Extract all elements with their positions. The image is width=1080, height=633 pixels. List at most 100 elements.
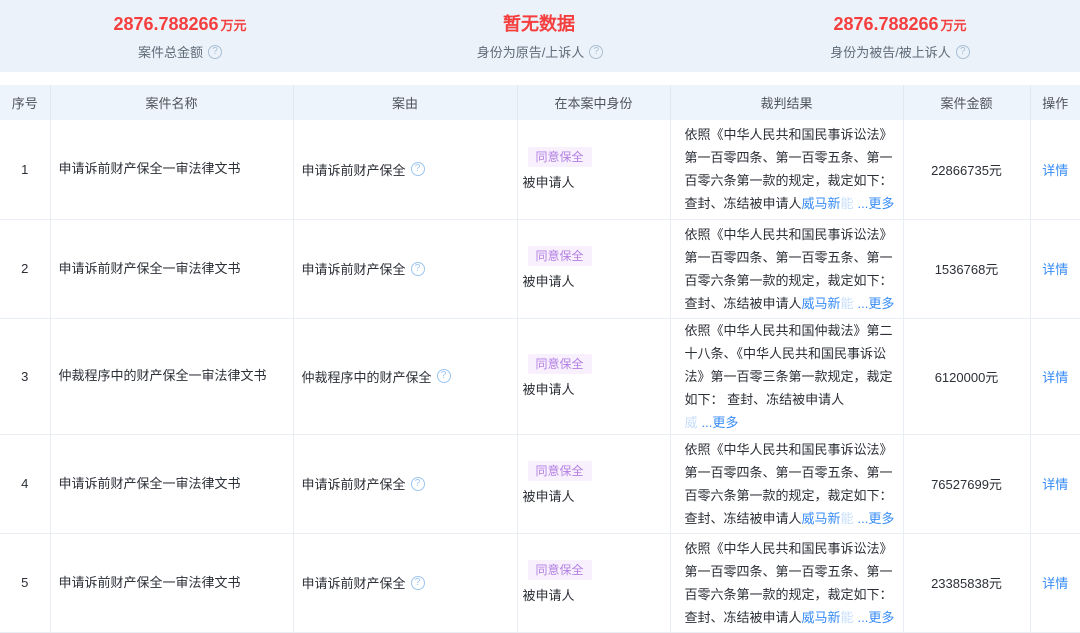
preservation-approved-tag: 同意保全 xyxy=(527,560,592,580)
col-header-identity: 在本案中身份 xyxy=(517,85,671,120)
identity-label: 被申请人 xyxy=(522,174,575,190)
row-index: 2 xyxy=(0,219,51,319)
stat-block: 2876.788266 万元 案件总金额? xyxy=(0,11,360,61)
stat-number: 2876.788266 xyxy=(113,14,219,34)
case-name: 申请诉前财产保全一审法律文书 xyxy=(50,120,294,220)
action-cell: 详情 xyxy=(1030,219,1080,319)
stat-number: 暂无数据 xyxy=(503,14,575,34)
entity-link-fade[interactable]: 能 xyxy=(841,196,854,211)
entity-link[interactable]: 威马新能 xyxy=(802,610,854,625)
entity-link[interactable]: 威 xyxy=(685,415,698,430)
identity-cell: 同意保全 被申请人 xyxy=(517,434,671,534)
row-index: 4 xyxy=(0,434,51,534)
more-link[interactable]: ...更多 xyxy=(858,196,895,211)
case-cause-cell: 申请诉前财产保全? xyxy=(293,120,518,220)
case-name: 申请诉前财产保全一审法律文书 xyxy=(50,434,294,534)
judgment-result-cell: 依照《中华人民共和国民事诉讼法》第一百零四条、第一百零五条、第一百零六条第一款的… xyxy=(670,434,904,534)
stat-number: 2876.788266 xyxy=(833,14,939,34)
entity-link-fade[interactable]: 能 xyxy=(841,296,854,311)
case-amount: 23385838元 xyxy=(903,533,1031,633)
stat-label-text: 身份为被告/被上诉人 xyxy=(830,45,951,60)
judgment-result-cell: 依照《中华人民共和国民事诉讼法》第一百零四条、第一百零五条、第一百零六条第一款的… xyxy=(670,533,904,633)
action-cell: 详情 xyxy=(1030,120,1080,220)
help-icon[interactable]: ? xyxy=(208,44,222,59)
table-row: 5 申请诉前财产保全一审法律文书 申请诉前财产保全? 同意保全 被申请人 依照《… xyxy=(0,533,1080,633)
case-cause: 申请诉前财产保全 xyxy=(301,477,406,492)
col-header-result: 裁判结果 xyxy=(670,85,904,120)
case-amount: 76527699元 xyxy=(903,434,1031,534)
case-cause-cell: 申请诉前财产保全? xyxy=(293,434,518,534)
entity-link-fade[interactable]: 威 xyxy=(685,415,698,430)
preservation-approved-tag: 同意保全 xyxy=(527,353,592,374)
preservation-approved-tag: 同意保全 xyxy=(527,246,592,266)
stat-unit: 万元 xyxy=(220,18,247,33)
case-cause-cell: 申请诉前财产保全? xyxy=(293,533,518,633)
help-icon[interactable]: ? xyxy=(436,369,451,383)
case-name: 申请诉前财产保全一审法律文书 xyxy=(50,533,294,633)
judgment-result-cell: 依照《中华人民共和国民事诉讼法》第一百零四条、第一百零五条、第一百零六条第一款的… xyxy=(670,120,904,220)
stat-label: 身份为原告/上诉人? xyxy=(360,42,720,61)
stat-value: 暂无数据 xyxy=(360,11,720,39)
entity-link-fade[interactable]: 能 xyxy=(841,610,854,625)
entity-link-text[interactable]: 威马新 xyxy=(802,610,841,625)
more-link[interactable]: ...更多 xyxy=(702,415,739,430)
help-icon[interactable]: ? xyxy=(410,575,425,590)
detail-link[interactable]: 详情 xyxy=(1042,477,1068,492)
entity-link-fade[interactable]: 能 xyxy=(841,511,854,526)
identity-label: 被申请人 xyxy=(522,588,575,603)
col-header-amount: 案件金额 xyxy=(903,85,1031,120)
stat-block: 2876.788266 万元 身份为被告/被上诉人? xyxy=(720,11,1080,61)
entity-link-text[interactable]: 威马新 xyxy=(802,296,841,311)
cases-table-wrap: 序号 案件名称 案由 在本案中身份 裁判结果 案件金额 操作 1 申请诉前财产保… xyxy=(0,85,1080,633)
entity-link-text[interactable]: 威马新 xyxy=(802,511,841,526)
stat-value: 2876.788266 万元 xyxy=(0,11,360,39)
row-index: 5 xyxy=(0,533,51,633)
entity-link-text[interactable]: 威马新 xyxy=(802,196,841,211)
col-header-cause: 案由 xyxy=(293,85,518,120)
help-icon[interactable]: ? xyxy=(410,162,425,177)
cases-table: 序号 案件名称 案由 在本案中身份 裁判结果 案件金额 操作 1 申请诉前财产保… xyxy=(0,85,1080,633)
stat-label: 案件总金额? xyxy=(0,42,360,61)
help-icon[interactable]: ? xyxy=(589,44,604,59)
help-icon[interactable]: ? xyxy=(410,476,425,491)
stat-block: 暂无数据 身份为原告/上诉人? xyxy=(360,11,720,61)
entity-link[interactable]: 威马新能 xyxy=(802,196,854,211)
row-index: 1 xyxy=(0,120,51,220)
stat-label: 身份为被告/被上诉人? xyxy=(720,42,1080,61)
col-header-action: 操作 xyxy=(1030,85,1080,120)
stat-label-text: 案件总金额 xyxy=(137,45,203,60)
case-cause-cell: 申请诉前财产保全? xyxy=(293,219,518,319)
case-cause: 申请诉前财产保全 xyxy=(301,162,406,178)
entity-link[interactable]: 威马新能 xyxy=(802,296,854,311)
detail-link[interactable]: 详情 xyxy=(1042,163,1068,178)
help-icon[interactable]: ? xyxy=(410,261,425,276)
identity-label: 被申请人 xyxy=(522,274,575,289)
table-row: 4 申请诉前财产保全一审法律文书 申请诉前财产保全? 同意保全 被申请人 依照《… xyxy=(0,434,1080,534)
preservation-approved-tag: 同意保全 xyxy=(527,146,592,167)
detail-link[interactable]: 详情 xyxy=(1042,370,1068,385)
table-header: 序号 案件名称 案由 在本案中身份 裁判结果 案件金额 操作 xyxy=(0,85,1080,120)
more-link[interactable]: ...更多 xyxy=(858,610,895,625)
entity-link[interactable]: 威马新能 xyxy=(802,511,854,526)
case-cause: 仲裁程序中的财产保全 xyxy=(301,369,432,385)
identity-cell: 同意保全 被申请人 xyxy=(517,219,671,319)
stat-label-text: 身份为原告/上诉人 xyxy=(476,45,585,60)
identity-cell: 同意保全 被申请人 xyxy=(517,533,671,633)
more-link[interactable]: ...更多 xyxy=(858,296,895,311)
case-name: 仲裁程序中的财产保全一审法律文书 xyxy=(50,318,294,435)
case-name: 申请诉前财产保全一审法律文书 xyxy=(50,219,294,319)
detail-link[interactable]: 详情 xyxy=(1042,262,1068,277)
detail-link[interactable]: 详情 xyxy=(1042,576,1068,591)
stat-value: 2876.788266 万元 xyxy=(720,11,1080,39)
summary-stats-bar: 2876.788266 万元 案件总金额? 暂无数据 身份为原告/上诉人? 287… xyxy=(0,0,1080,72)
more-link[interactable]: ...更多 xyxy=(858,511,895,526)
case-cause: 申请诉前财产保全 xyxy=(301,262,406,277)
help-icon[interactable]: ? xyxy=(955,44,970,59)
col-header-name: 案件名称 xyxy=(50,85,294,120)
action-cell: 详情 xyxy=(1030,318,1080,435)
identity-label: 被申请人 xyxy=(522,381,575,397)
table-row: 1 申请诉前财产保全一审法律文书 申请诉前财产保全? 同意保全 被申请人 依照《… xyxy=(0,120,1080,220)
case-cause: 申请诉前财产保全 xyxy=(301,576,406,591)
case-amount: 6120000元 xyxy=(903,318,1031,435)
identity-label: 被申请人 xyxy=(522,489,575,504)
